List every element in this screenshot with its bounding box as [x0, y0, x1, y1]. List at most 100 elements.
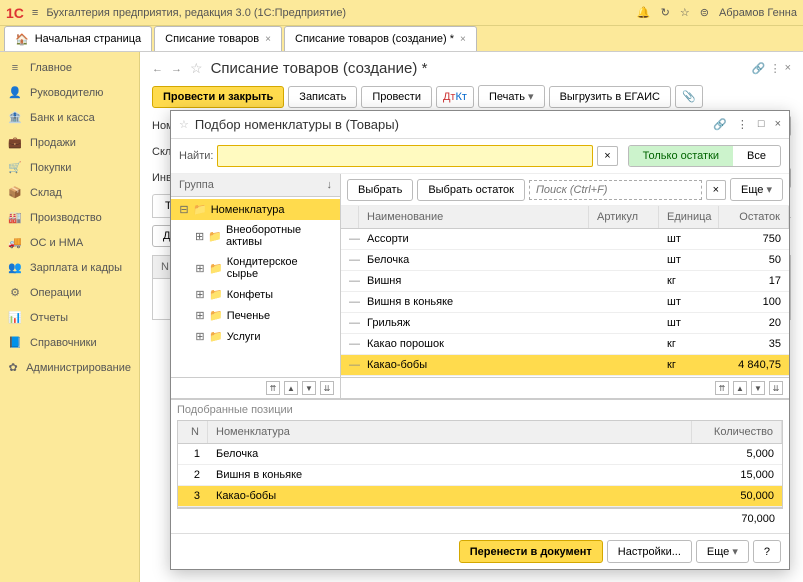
- tree-node[interactable]: ⊞📁Кондитерское сырье: [171, 252, 340, 284]
- close-icon[interactable]: ×: [775, 118, 781, 131]
- tree-node[interactable]: ⊞📁Услуги: [171, 326, 340, 347]
- picked-row[interactable]: 1Белочка5,000: [178, 444, 782, 465]
- tab-home[interactable]: 🏠 Начальная страница: [4, 26, 152, 51]
- col-rest[interactable]: Остаток: [719, 206, 789, 228]
- toggle-only-rest[interactable]: Только остатки: [629, 146, 733, 166]
- maximize-icon[interactable]: □: [758, 118, 765, 131]
- sidebar-item-2[interactable]: 🏦Банк и касса: [0, 105, 139, 130]
- sidebar-item-12[interactable]: ✿Администрирование: [0, 355, 139, 380]
- history-icon[interactable]: ↻: [661, 6, 670, 19]
- item-icon: —: [341, 292, 359, 312]
- list-nav-down[interactable]: ▼: [751, 381, 765, 395]
- tree-nav-down[interactable]: ▼: [302, 381, 316, 395]
- more-button[interactable]: Еще: [730, 178, 783, 201]
- list-row[interactable]: —Белочкашт50: [341, 250, 789, 271]
- col-unit[interactable]: Единица: [659, 206, 719, 228]
- clear-search-button[interactable]: ×: [597, 146, 617, 166]
- post-button[interactable]: Провести: [361, 86, 432, 108]
- expand-icon[interactable]: ⊞: [195, 230, 204, 243]
- bell-icon[interactable]: 🔔: [637, 6, 651, 19]
- sidebar-label: Банк и касса: [30, 112, 95, 124]
- save-button[interactable]: Записать: [288, 86, 357, 108]
- expand-icon[interactable]: ⊞: [195, 309, 205, 322]
- more-button-footer[interactable]: Еще: [696, 540, 749, 563]
- menu-icon[interactable]: ≡: [32, 7, 38, 19]
- select-button[interactable]: Выбрать: [347, 179, 413, 201]
- dialog-star-icon[interactable]: ☆: [179, 118, 189, 131]
- tree-head-label: Группа: [179, 179, 214, 191]
- list-row[interactable]: —Вишнякг17: [341, 271, 789, 292]
- sidebar-item-1[interactable]: 👤Руководителю: [0, 80, 139, 105]
- col-article[interactable]: Артикул: [589, 206, 659, 228]
- sidebar-item-11[interactable]: 📘Справочники: [0, 330, 139, 355]
- list-row[interactable]: —Грильяжшт20: [341, 313, 789, 334]
- sidebar-item-3[interactable]: 💼Продажи: [0, 130, 139, 155]
- kebab-icon[interactable]: ⋮: [770, 62, 781, 75]
- picked-row[interactable]: 2Вишня в коньяке15,000: [178, 465, 782, 486]
- expand-icon[interactable]: ⊞: [195, 288, 205, 301]
- tree-node[interactable]: ⊞📁Внеоборотные активы: [171, 220, 340, 252]
- item-rest: 4 840,75: [719, 355, 789, 375]
- close-icon[interactable]: ×: [785, 62, 791, 75]
- user-name[interactable]: Абрамов Генна: [719, 7, 797, 19]
- tree-nav-last[interactable]: ⇊: [320, 381, 334, 395]
- item-icon: —: [341, 313, 359, 333]
- toggle-all[interactable]: Все: [733, 146, 780, 166]
- sidebar-item-10[interactable]: 📊Отчеты: [0, 305, 139, 330]
- tree-node[interactable]: ⊞📁Конфеты: [171, 284, 340, 305]
- link-icon[interactable]: 🔗: [713, 118, 727, 131]
- settings-icon[interactable]: ⊜: [700, 6, 709, 19]
- tree-node[interactable]: ⊞📁Печенье: [171, 305, 340, 326]
- expand-icon[interactable]: ⊞: [195, 262, 205, 275]
- close-icon[interactable]: ×: [460, 34, 466, 45]
- sidebar-icon: 🚚: [8, 236, 22, 249]
- sidebar-item-0[interactable]: ≡Главное: [0, 56, 139, 80]
- list-nav-first[interactable]: ⇈: [715, 381, 729, 395]
- dt-kt-icon[interactable]: ДтКт: [436, 86, 474, 108]
- clear-list-search[interactable]: ×: [706, 180, 726, 200]
- tree-nav-first[interactable]: ⇈: [266, 381, 280, 395]
- sort-icon[interactable]: ↓: [327, 179, 333, 191]
- sidebar-item-7[interactable]: 🚚ОС и НМА: [0, 230, 139, 255]
- link-icon[interactable]: 🔗: [752, 62, 766, 75]
- expand-icon[interactable]: ⊞: [195, 330, 205, 343]
- folder-icon: 📁: [193, 203, 207, 216]
- select-rest-button[interactable]: Выбрать остаток: [417, 179, 525, 201]
- settings-button[interactable]: Настройки...: [607, 540, 692, 563]
- sidebar-item-6[interactable]: 🏭Производство: [0, 205, 139, 230]
- sidebar-item-4[interactable]: 🛒Покупки: [0, 155, 139, 180]
- list-row[interactable]: —Какао порошоккг35: [341, 334, 789, 355]
- favorite-star-icon[interactable]: ☆: [190, 60, 203, 77]
- print-button[interactable]: Печать: [478, 85, 545, 108]
- sidebar-item-9[interactable]: ⚙Операции: [0, 280, 139, 305]
- sidebar-item-5[interactable]: 📦Склад: [0, 180, 139, 205]
- transfer-button[interactable]: Перенести в документ: [459, 540, 603, 563]
- list-nav-up[interactable]: ▲: [733, 381, 747, 395]
- attachment-icon[interactable]: 📎: [675, 85, 703, 108]
- sidebar-label: Производство: [30, 212, 102, 224]
- col-name[interactable]: Наименование: [359, 206, 589, 228]
- star-icon[interactable]: ☆: [680, 6, 690, 19]
- list-nav-last[interactable]: ⇊: [769, 381, 783, 395]
- picked-row[interactable]: 3Какао-бобы50,000: [178, 486, 782, 507]
- sidebar-item-8[interactable]: 👥Зарплата и кадры: [0, 255, 139, 280]
- list-search-input[interactable]: [529, 180, 702, 200]
- tree-node[interactable]: ⊟📁Номенклатура: [171, 199, 340, 220]
- post-close-button[interactable]: Провести и закрыть: [152, 86, 284, 108]
- list-row[interactable]: —Ассортишт750: [341, 229, 789, 250]
- nav-fwd[interactable]: →: [171, 63, 182, 75]
- sidebar-label: Продажи: [30, 137, 76, 149]
- kebab-icon[interactable]: ⋮: [737, 118, 748, 131]
- tab-write-off-1[interactable]: Списание товаров ×: [154, 26, 282, 51]
- tab-write-off-2[interactable]: Списание товаров (создание) * ×: [284, 26, 477, 51]
- close-icon[interactable]: ×: [265, 34, 271, 45]
- export-egais-button[interactable]: Выгрузить в ЕГАИС: [549, 86, 671, 108]
- list-row[interactable]: —Какао-бобыкг4 840,75: [341, 355, 789, 376]
- nav-back[interactable]: ←: [152, 63, 163, 75]
- list-row[interactable]: —Вишня в коньякешт100: [341, 292, 789, 313]
- find-input[interactable]: [217, 145, 593, 167]
- expand-icon[interactable]: ⊟: [179, 203, 189, 216]
- picked-total: 70,000: [177, 508, 783, 529]
- help-button[interactable]: ?: [753, 540, 781, 563]
- tree-nav-up[interactable]: ▲: [284, 381, 298, 395]
